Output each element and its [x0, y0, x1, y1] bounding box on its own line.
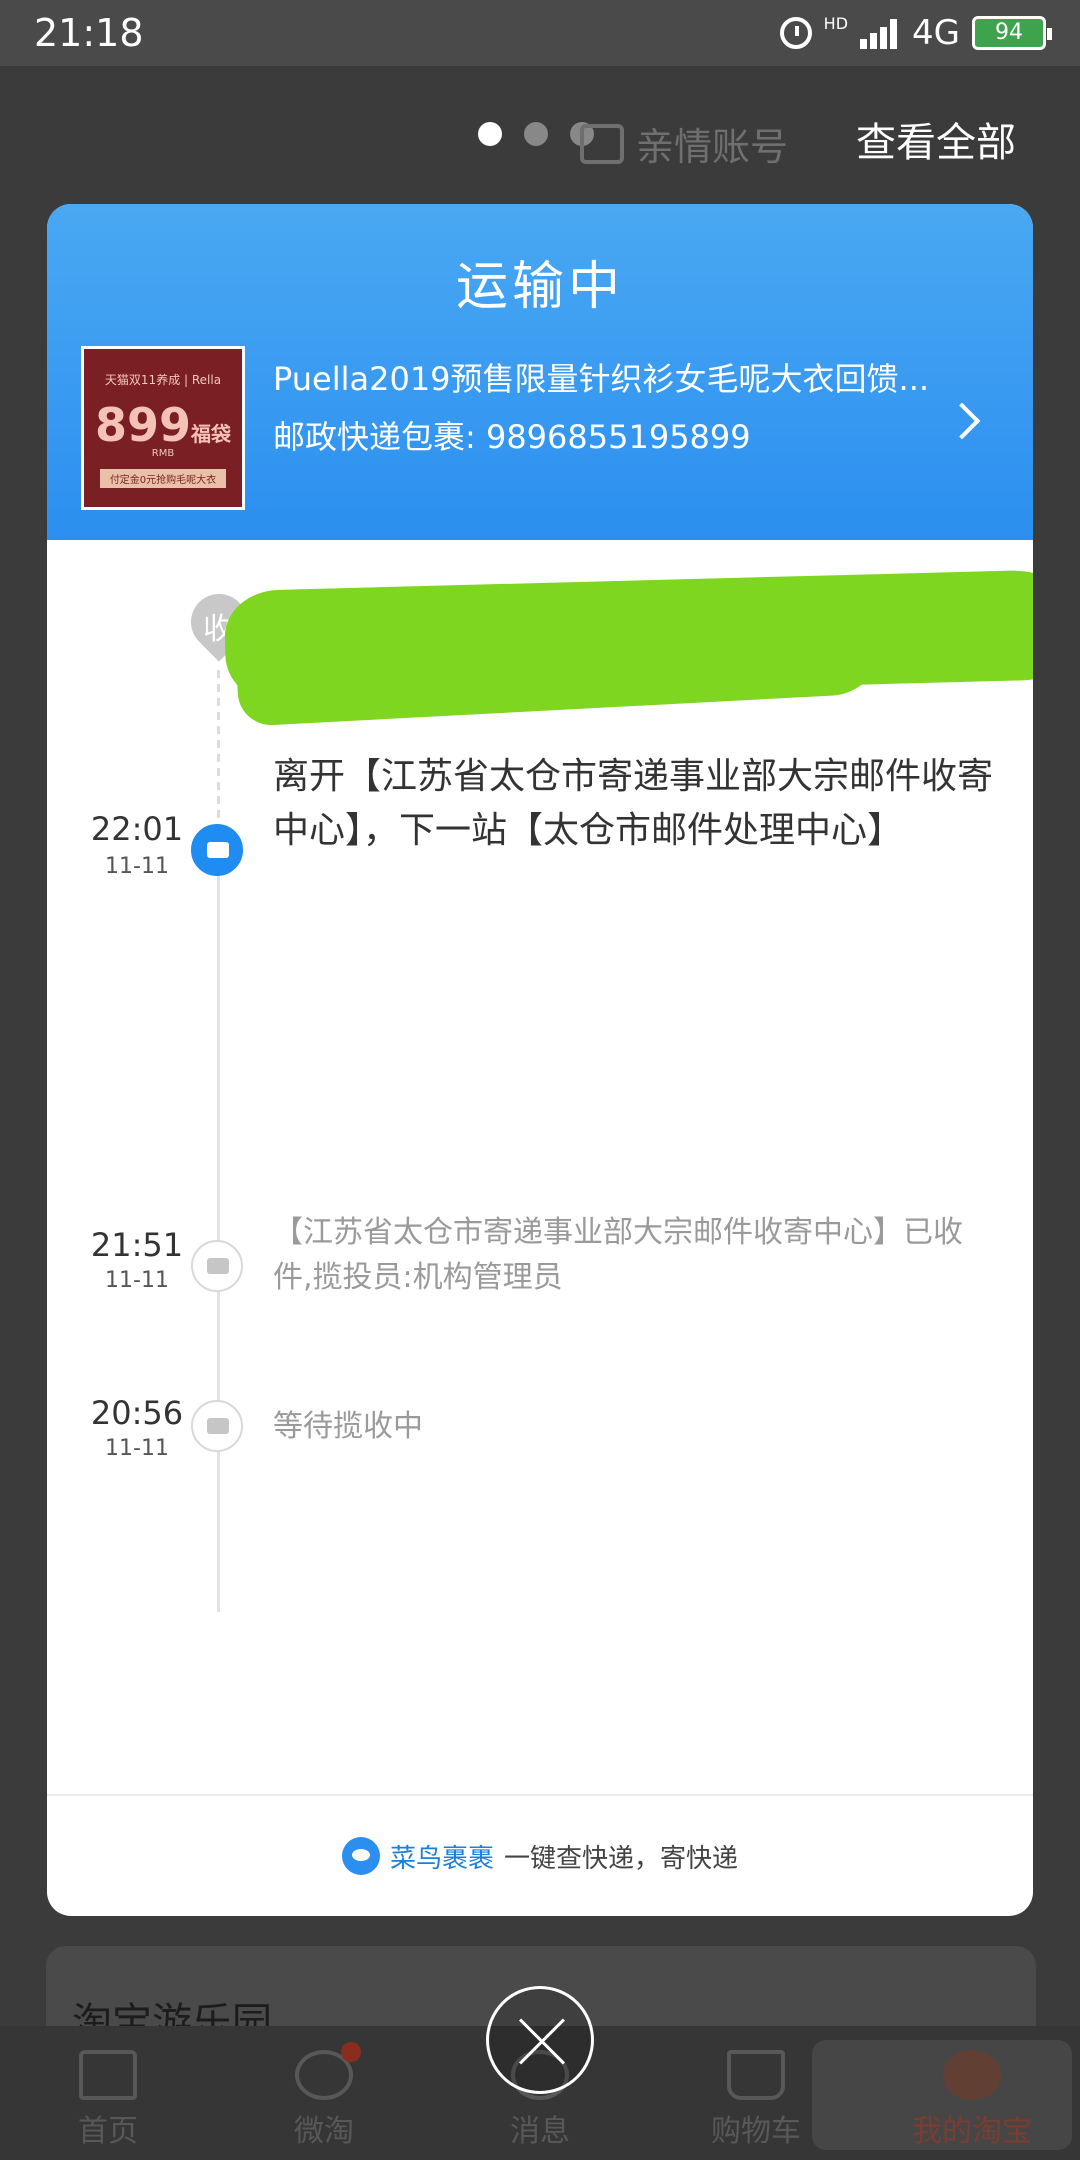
- logistics-modal: 运输中 天猫双11养成 | Rella 899福袋 RMB 付定金0元抢购毛呢大…: [47, 204, 1033, 1916]
- status-bar: 21:18 HD 4G 94: [0, 0, 1080, 66]
- status-time: 21:18: [34, 11, 144, 55]
- event-date: 11-11: [105, 1268, 169, 1293]
- cainiao-footer[interactable]: 菜鸟裹裹 一键查快递，寄快递: [47, 1794, 1033, 1916]
- family-home-icon: [580, 123, 624, 164]
- timeline-connector: [217, 852, 220, 1612]
- event-description: 离开【江苏省太仓市寄递事业部大宗邮件收寄中心】，下一站【太仓市邮件处理中心】: [273, 756, 994, 851]
- thumb-price: 899福袋: [84, 398, 242, 452]
- thumb-price-value: 899: [94, 398, 192, 452]
- tracking-timeline: 收 22:01 11-11 离开【江苏省太仓市寄递事业部大宗邮件收寄中心】，下一…: [47, 540, 1033, 1790]
- event-description: 【江苏省太仓市寄递事业部大宗邮件收寄中心】已收件,揽投员:机构管理员: [273, 1215, 963, 1295]
- package-info-row[interactable]: 天猫双11养成 | Rella 899福袋 RMB 付定金0元抢购毛呢大衣 Pu…: [81, 346, 999, 514]
- carousel-dot: [524, 122, 548, 146]
- battery-icon: 94: [972, 16, 1052, 50]
- product-name: Puella2019预售限量针织衫女毛呢大衣回馈...: [273, 360, 930, 398]
- modal-title: 运输中: [455, 257, 624, 317]
- tab-home: 首页: [18, 2050, 198, 2150]
- carousel-dots: [478, 122, 594, 146]
- network-label: 4G: [912, 13, 960, 53]
- view-all-link: 查看全部: [856, 120, 1016, 166]
- thumb-price-tag: 福袋: [191, 422, 232, 446]
- event-date: 11-11: [105, 854, 169, 879]
- thumb-bottom-text: 付定金0元抢购毛呢大衣: [100, 469, 226, 488]
- pickup-outline-icon: [191, 1400, 243, 1452]
- tab-weitao: 微淘: [234, 2042, 414, 2150]
- product-thumbnail: 天猫双11养成 | Rella 899福袋 RMB 付定金0元抢购毛呢大衣: [81, 346, 245, 510]
- truck-outline-icon: [191, 1240, 243, 1292]
- event-time: 20:56: [90, 1394, 184, 1432]
- cainiao-text: 一键查快递，寄快递: [504, 1843, 739, 1874]
- event-time: 21:51: [90, 1226, 184, 1264]
- carousel-dot: [478, 122, 502, 146]
- modal-header: 运输中 天猫双11养成 | Rella 899福袋 RMB 付定金0元抢购毛呢大…: [47, 204, 1033, 540]
- truck-icon: [191, 824, 243, 876]
- status-icons: HD 4G 94: [779, 13, 1052, 53]
- hd-label: HD: [823, 13, 849, 33]
- tracking-number: 邮政快递包裹: 9896855195899: [273, 418, 751, 456]
- timeline-connector: [217, 670, 220, 850]
- family-account-label: 亲情账号: [636, 125, 789, 169]
- signal-icon: [860, 17, 900, 49]
- thumb-top-text: 天猫双11养成 | Rella: [104, 373, 222, 387]
- close-button[interactable]: [486, 1986, 594, 2094]
- notification-dot: [341, 2042, 361, 2062]
- watermark-logo: [812, 2040, 1072, 2150]
- family-account-link: 亲情账号: [580, 116, 788, 171]
- alarm-icon: [779, 17, 812, 49]
- home-icon: [79, 2050, 137, 2100]
- event-time: 22:01: [90, 810, 184, 848]
- weitao-icon: [295, 2042, 361, 2100]
- event-description: 等待揽收中: [273, 1409, 423, 1444]
- chevron-right-icon[interactable]: [943, 402, 981, 440]
- cainiao-link[interactable]: 菜鸟裹裹: [390, 1838, 494, 1875]
- cainiao-icon: [341, 1837, 380, 1875]
- event-date: 11-11: [105, 1436, 169, 1461]
- cart-icon: [727, 2050, 785, 2100]
